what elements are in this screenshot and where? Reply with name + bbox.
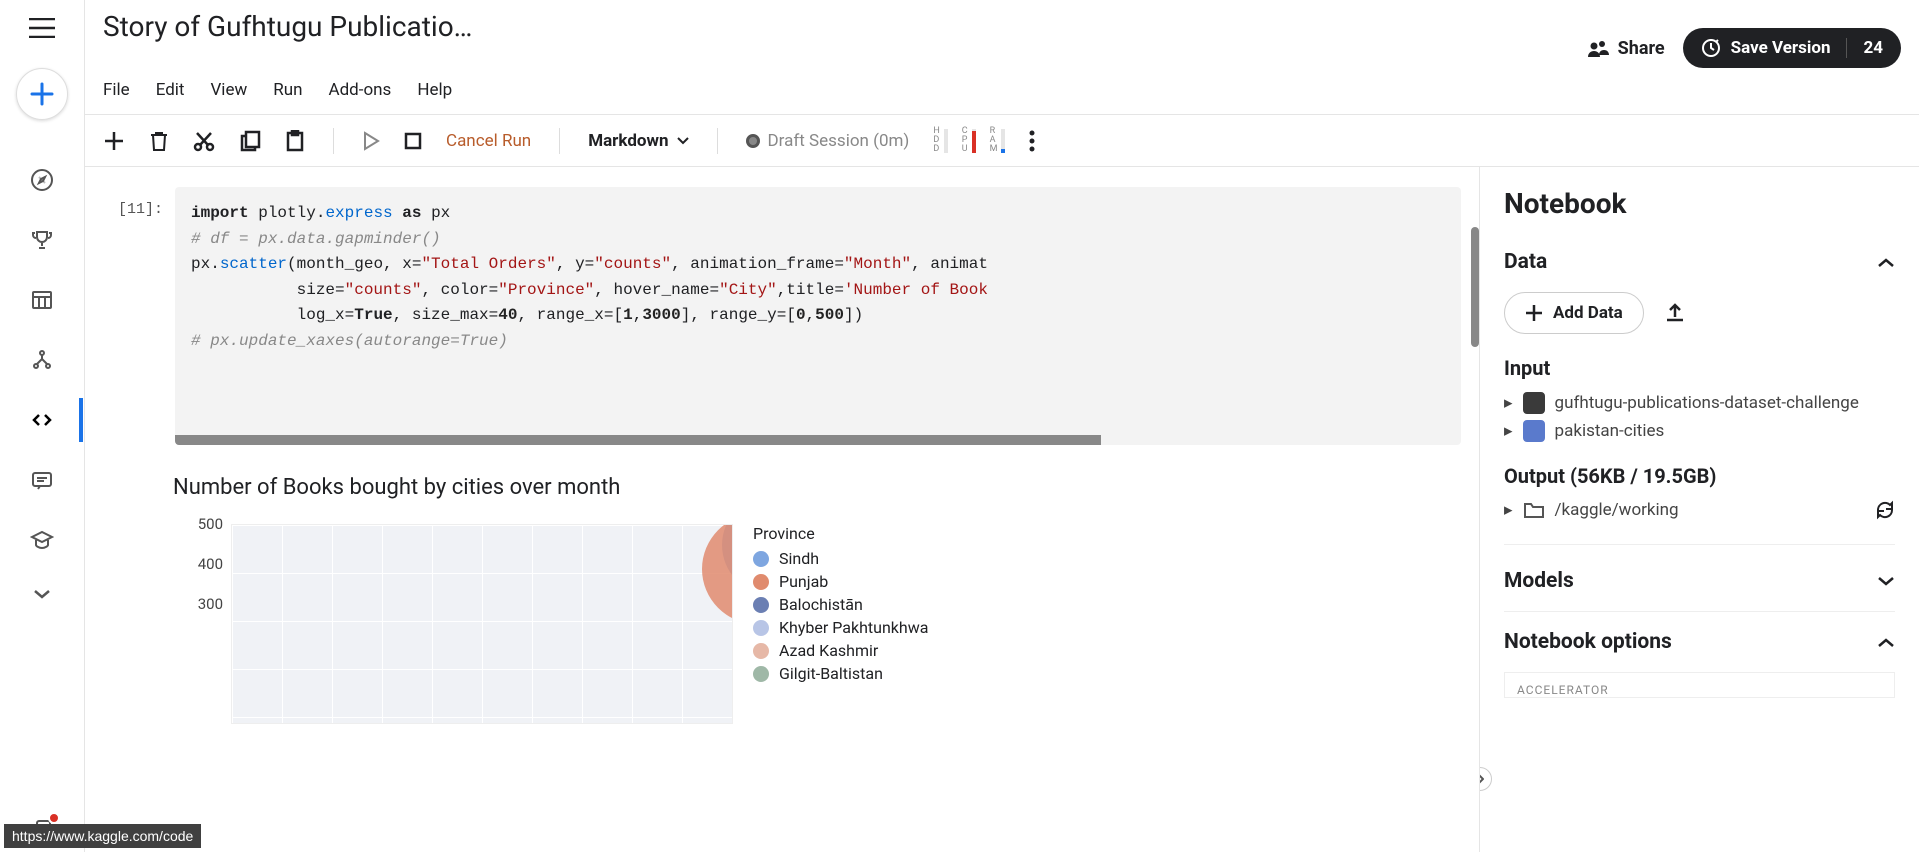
cell-type-selector[interactable]: Markdown xyxy=(588,131,688,151)
nav-compass-icon[interactable] xyxy=(30,168,54,192)
data-section-header[interactable]: Data xyxy=(1504,250,1895,274)
session-status[interactable]: Draft Session (0m) xyxy=(746,131,910,151)
nav-models-icon[interactable] xyxy=(30,348,54,372)
notification-badge xyxy=(48,812,60,824)
notebook-scrollbar[interactable] xyxy=(1471,227,1479,347)
input-header: Input xyxy=(1504,356,1895,380)
nav-discussions-icon[interactable] xyxy=(30,468,54,492)
create-button[interactable] xyxy=(16,68,68,120)
legend-item[interactable]: Khyber Pakhtunkhwa xyxy=(753,618,928,637)
folder-icon xyxy=(1523,501,1545,519)
left-sidebar xyxy=(0,0,85,852)
menu-addons[interactable]: Add-ons xyxy=(328,80,391,100)
models-section-header[interactable]: Models xyxy=(1504,569,1895,593)
share-button[interactable]: Share xyxy=(1588,38,1665,59)
add-data-button[interactable]: Add Data xyxy=(1504,292,1644,334)
save-version-button[interactable]: Save Version 24 xyxy=(1683,28,1901,68)
output-header: Output (56KB / 19.5GB) xyxy=(1504,464,1895,488)
notebook-title[interactable]: Story of Gufhtugu Publicatio… xyxy=(103,10,472,43)
chevron-down-icon xyxy=(1877,576,1895,587)
notebook-body[interactable]: [11]: import plotly.express as px# df = … xyxy=(85,167,1479,852)
session-status-dot xyxy=(746,134,760,148)
toolbar-more-icon[interactable] xyxy=(1029,130,1035,152)
legend-item[interactable]: Balochistān xyxy=(753,595,928,614)
panel-title: Notebook xyxy=(1504,187,1895,220)
resource-meters: HDDCPURAM xyxy=(933,127,1005,154)
menu-help[interactable]: Help xyxy=(417,80,452,100)
header: Story of Gufhtugu Publicatio… Share Save… xyxy=(85,0,1919,115)
nav-code-icon[interactable] xyxy=(30,408,54,432)
menu-file[interactable]: File xyxy=(103,80,130,100)
legend-item[interactable]: Gilgit-Baltistan xyxy=(753,664,928,683)
nav-table-icon[interactable] xyxy=(30,288,54,312)
main-area: Story of Gufhtugu Publicatio… Share Save… xyxy=(85,0,1919,852)
legend-item[interactable]: Sindh xyxy=(753,549,928,568)
chart-legend: Province Sindh Punjab Balochistān Khyber Pa… xyxy=(753,524,928,724)
nav-learn-icon[interactable] xyxy=(30,528,54,552)
menu-bar: File Edit View Run Add-ons Help xyxy=(103,68,1901,114)
chevron-up-icon xyxy=(1877,257,1895,268)
cancel-run-button[interactable]: Cancel Run xyxy=(446,131,531,151)
output-folder-row[interactable]: ▸ /kaggle/working xyxy=(1504,500,1895,520)
options-section-header[interactable]: Notebook options xyxy=(1504,630,1895,654)
code-cell[interactable]: [11]: import plotly.express as px# df = … xyxy=(103,187,1461,445)
delete-cell-icon[interactable] xyxy=(149,130,169,152)
input-dataset-row[interactable]: ▸gufhtugu-publications-dataset-challenge xyxy=(1504,392,1895,414)
chevron-up-icon xyxy=(1877,637,1895,648)
right-panel: Notebook Data Add Data Input ▸gufhtugu-p… xyxy=(1479,167,1919,852)
cut-icon[interactable] xyxy=(193,130,215,152)
hamburger-menu-icon[interactable] xyxy=(29,18,55,38)
legend-item[interactable]: Azad Kashmir xyxy=(753,641,928,660)
run-icon[interactable] xyxy=(362,131,380,151)
chart-title: Number of Books bought by cities over mo… xyxy=(173,475,1461,500)
legend-item[interactable]: Punjab xyxy=(753,572,928,591)
collapse-right-panel-icon[interactable] xyxy=(1479,767,1492,791)
code-editor[interactable]: import plotly.express as px# df = px.dat… xyxy=(175,187,1461,445)
cell-prompt: [11]: xyxy=(103,187,163,445)
stop-icon[interactable] xyxy=(404,132,422,150)
menu-edit[interactable]: Edit xyxy=(156,80,185,100)
paste-icon[interactable] xyxy=(285,130,305,152)
input-dataset-row[interactable]: ▸pakistan-cities xyxy=(1504,420,1895,442)
status-bar-link: https://www.kaggle.com/code xyxy=(4,824,201,848)
nav-expand-icon[interactable] xyxy=(32,588,52,600)
code-horizontal-scrollbar[interactable] xyxy=(175,435,1101,445)
chart-plot-area[interactable]: 300400500 xyxy=(173,524,733,724)
upload-icon[interactable] xyxy=(1664,302,1686,324)
caret-icon: ▸ xyxy=(1504,500,1513,520)
legend-title: Province xyxy=(753,524,928,543)
toolbar: Cancel Run Markdown Draft Session (0m) H… xyxy=(85,115,1919,167)
accelerator-label: ACCELERATOR xyxy=(1504,672,1895,698)
nav-trophy-icon[interactable] xyxy=(30,228,54,252)
chart-output: Number of Books bought by cities over mo… xyxy=(173,475,1461,724)
menu-view[interactable]: View xyxy=(210,80,247,100)
menu-run[interactable]: Run xyxy=(273,80,302,100)
copy-icon[interactable] xyxy=(239,130,261,152)
sync-icon[interactable] xyxy=(1875,500,1895,520)
add-cell-icon[interactable] xyxy=(103,130,125,152)
